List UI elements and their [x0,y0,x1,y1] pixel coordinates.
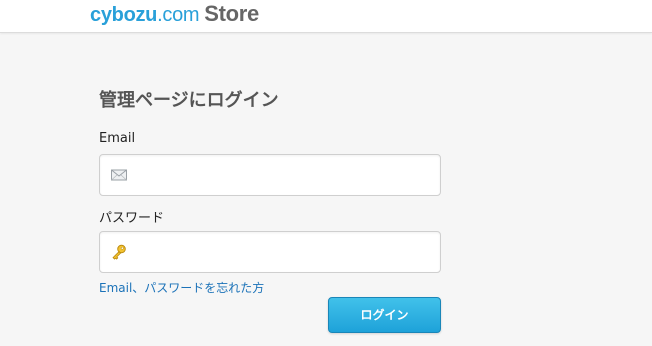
password-input[interactable] [134,232,434,272]
logo-dotcom-text: .com [157,4,200,26]
email-field-box[interactable] [99,154,441,196]
logo-store-text: Store [204,1,259,26]
site-header: cybozu .com Store [0,0,652,33]
cybozu-store-logo[interactable]: cybozu .com Store [90,1,259,27]
email-input[interactable] [134,155,434,195]
login-button[interactable]: ログイン [328,297,441,333]
envelope-icon [110,167,128,183]
page-title: 管理ページにログイン [99,90,279,111]
password-label: パスワード [99,211,165,226]
forgot-credentials-link[interactable]: Email、パスワードを忘れた方 [99,279,264,296]
password-field-box[interactable] [99,231,441,273]
key-icon [110,244,128,260]
email-label: Email [99,131,136,146]
logo-cybozu-text: cybozu [90,4,158,26]
